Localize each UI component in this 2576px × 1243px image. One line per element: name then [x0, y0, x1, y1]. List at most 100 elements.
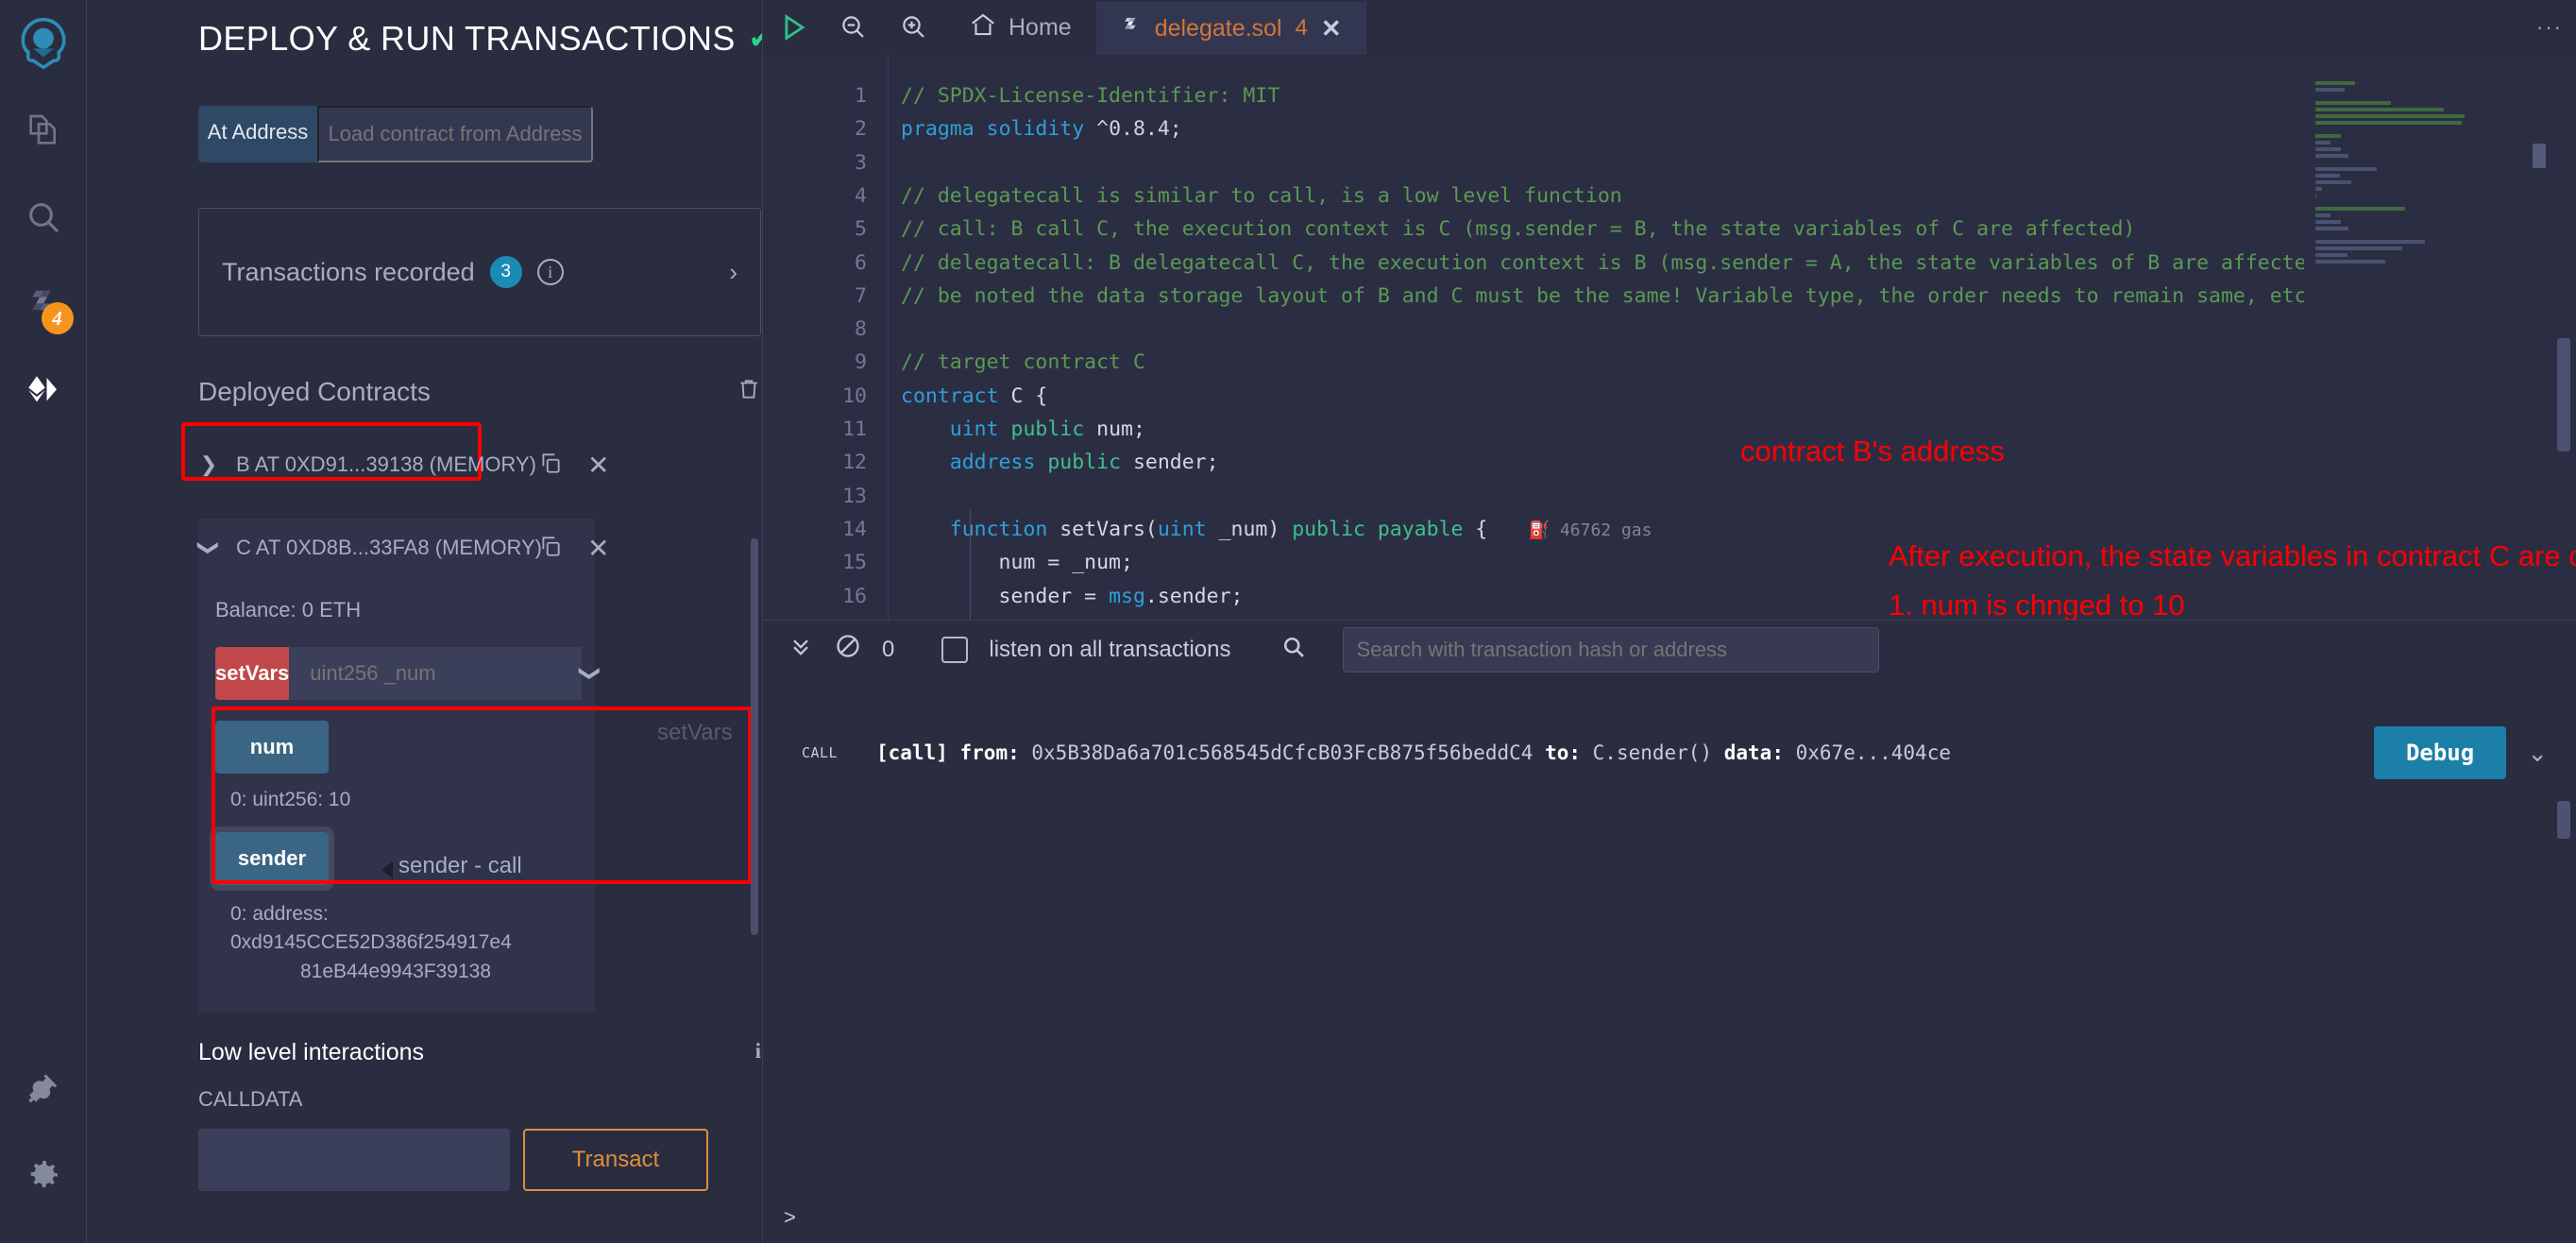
terminal-prompt[interactable]: >	[784, 1205, 796, 1230]
remix-ide-window: 4 DEPLOY & RUN TRANSACTIONS At Address L…	[0, 0, 2576, 1243]
search-icon[interactable]	[1280, 634, 1307, 665]
home-label: Home	[1008, 13, 1072, 41]
minimap-line	[2315, 114, 2465, 118]
code-line: pragma solidity ^0.8.4;	[901, 112, 1182, 145]
code-line: num = _num;	[901, 546, 1133, 579]
terminal-search-input[interactable]	[1342, 626, 1879, 673]
gas-estimate-hint: ⛽ 46762 gas	[1487, 519, 1652, 540]
num-getter-button[interactable]: num	[215, 721, 329, 774]
trash-icon[interactable]	[737, 376, 761, 407]
contract-b-name: B AT 0XD91...39138 (MEMORY)	[236, 452, 536, 476]
sidebar-item-file-explorer[interactable]	[0, 87, 87, 174]
tabbar-overflow-icon[interactable]: ···	[2536, 15, 2563, 40]
copy-icon[interactable]	[538, 533, 563, 564]
terminal-toolbar: 0 listen on all transactions	[763, 620, 2576, 678]
terminal-scrollbar[interactable]	[2557, 801, 2570, 839]
annotation-after-execution-line2: 1. num is chnged to 10	[1889, 588, 2185, 620]
code-line: // be noted the data storage layout of B…	[901, 280, 2307, 313]
code-token: uint	[1157, 517, 1207, 541]
log-bracket: [call]	[876, 741, 948, 764]
editor-vertical-scrollbar[interactable]	[2557, 338, 2570, 451]
sidebar-item-plugin-manager[interactable]	[0, 1045, 87, 1132]
line-number: 1	[855, 84, 867, 108]
setvars-function-row: setVars ❯	[215, 647, 603, 700]
contract-b-row[interactable]: ❯ B AT 0XD91...39138 (MEMORY) ✕	[198, 435, 610, 494]
listen-all-checkbox[interactable]	[941, 636, 969, 663]
tab-delegate-sol[interactable]: delegate.sol 4 ✕	[1095, 0, 1366, 55]
chevrons-down-icon[interactable]	[788, 633, 814, 666]
line-number: 6	[855, 250, 867, 275]
info-icon[interactable]: i	[755, 1039, 761, 1064]
at-address-group: At Address	[198, 106, 593, 162]
setvars-num-input[interactable]	[289, 647, 583, 700]
sidebar-item-solidity-compiler[interactable]: 4	[0, 261, 87, 348]
line-number: 12	[842, 451, 867, 475]
log-to-value: C.sender()	[1592, 741, 1713, 764]
page-title-text: DEPLOY & RUN TRANSACTIONS	[198, 19, 736, 58]
transactions-recorded-label: Transactions recorded	[222, 257, 475, 286]
chevron-right-icon[interactable]: ❯	[198, 452, 219, 477]
chevron-down-icon[interactable]: ❯	[196, 537, 221, 558]
deployed-contracts-header: Deployed Contracts	[198, 376, 761, 407]
low-level-title: Low level interactions	[198, 1039, 425, 1066]
zoom-in-icon[interactable]	[884, 13, 944, 42]
at-address-button[interactable]: At Address	[198, 106, 317, 162]
code-token: address	[949, 451, 1036, 475]
code-line: // call: B call C, the execution context…	[901, 213, 2135, 246]
setvars-button[interactable]: setVars	[215, 647, 290, 700]
sidebar-item-search[interactable]	[0, 174, 87, 261]
debug-button[interactable]: Debug	[2373, 726, 2507, 779]
remix-logo[interactable]	[0, 0, 86, 87]
transactions-recorded-box[interactable]: Transactions recorded 3 i ›	[198, 208, 761, 336]
editor-tabbar: Home delegate.sol 4 ✕ ···	[763, 0, 2576, 55]
copy-icon[interactable]	[538, 450, 563, 481]
sender-getter-result-suffix: 81eB44e9943F39138	[300, 960, 492, 982]
line-number: 17	[763, 613, 867, 620]
tab-home[interactable]: Home	[944, 0, 1096, 55]
line-number: 7	[855, 283, 867, 308]
line-number: 3	[855, 150, 867, 175]
chevron-down-icon[interactable]: ❯	[565, 665, 618, 682]
no-entry-icon[interactable]	[835, 633, 861, 666]
close-icon[interactable]: ✕	[1321, 14, 1342, 43]
check-icon: ✔	[749, 23, 762, 56]
minimap-line	[2315, 260, 2386, 264]
chevron-right-icon[interactable]: ›	[729, 258, 737, 287]
home-icon	[969, 10, 997, 45]
zoom-out-icon[interactable]	[823, 13, 884, 42]
load-contract-address-input[interactable]	[317, 106, 593, 162]
code-token: num;	[1084, 417, 1145, 441]
chevron-down-icon[interactable]: ⌄	[2527, 739, 2548, 768]
log-data-value: 0x67e...404ce	[1795, 741, 1951, 764]
annotation-after-execution-line1: After execution, the state variables in …	[1889, 539, 2576, 572]
code-token: solidity	[986, 117, 1085, 142]
left-panel-scrollbar[interactable]	[751, 538, 758, 935]
minimap-line	[2315, 121, 2463, 125]
close-icon[interactable]: ✕	[587, 450, 609, 481]
sidebar-item-deploy-run[interactable]	[0, 348, 87, 434]
code-editor[interactable]: 1 // SPDX-License-Identifier: MIT 2 pragma …	[763, 55, 2576, 620]
close-icon[interactable]: ✕	[587, 533, 609, 564]
sidebar-item-settings[interactable]	[0, 1132, 87, 1218]
play-icon[interactable]	[763, 11, 823, 43]
line-number: 5	[855, 217, 867, 242]
info-icon[interactable]: i	[536, 259, 564, 285]
code-token: sender;	[1121, 451, 1219, 475]
code-token: num = _num;	[901, 551, 1133, 575]
line-number: 16	[842, 584, 867, 608]
listen-all-label: listen on all transactions	[989, 636, 1231, 662]
minimap-slider[interactable]	[2533, 144, 2546, 168]
editor-minimap[interactable]	[2304, 55, 2550, 620]
terminal-log-row[interactable]: CALL [call] from: 0x5B38Da6a701c568545dC…	[763, 720, 2576, 786]
contract-c-row[interactable]: ❯ C AT 0XD8B...33FA8 (MEMORY) ✕	[196, 519, 609, 577]
calldata-input[interactable]	[198, 1129, 510, 1192]
transact-button[interactable]: Transact	[523, 1129, 708, 1192]
minimap-line	[2315, 134, 2341, 138]
sender-getter-button[interactable]: sender	[210, 826, 334, 891]
code-token: _num)	[1206, 517, 1293, 541]
line-number: 4	[855, 183, 867, 208]
